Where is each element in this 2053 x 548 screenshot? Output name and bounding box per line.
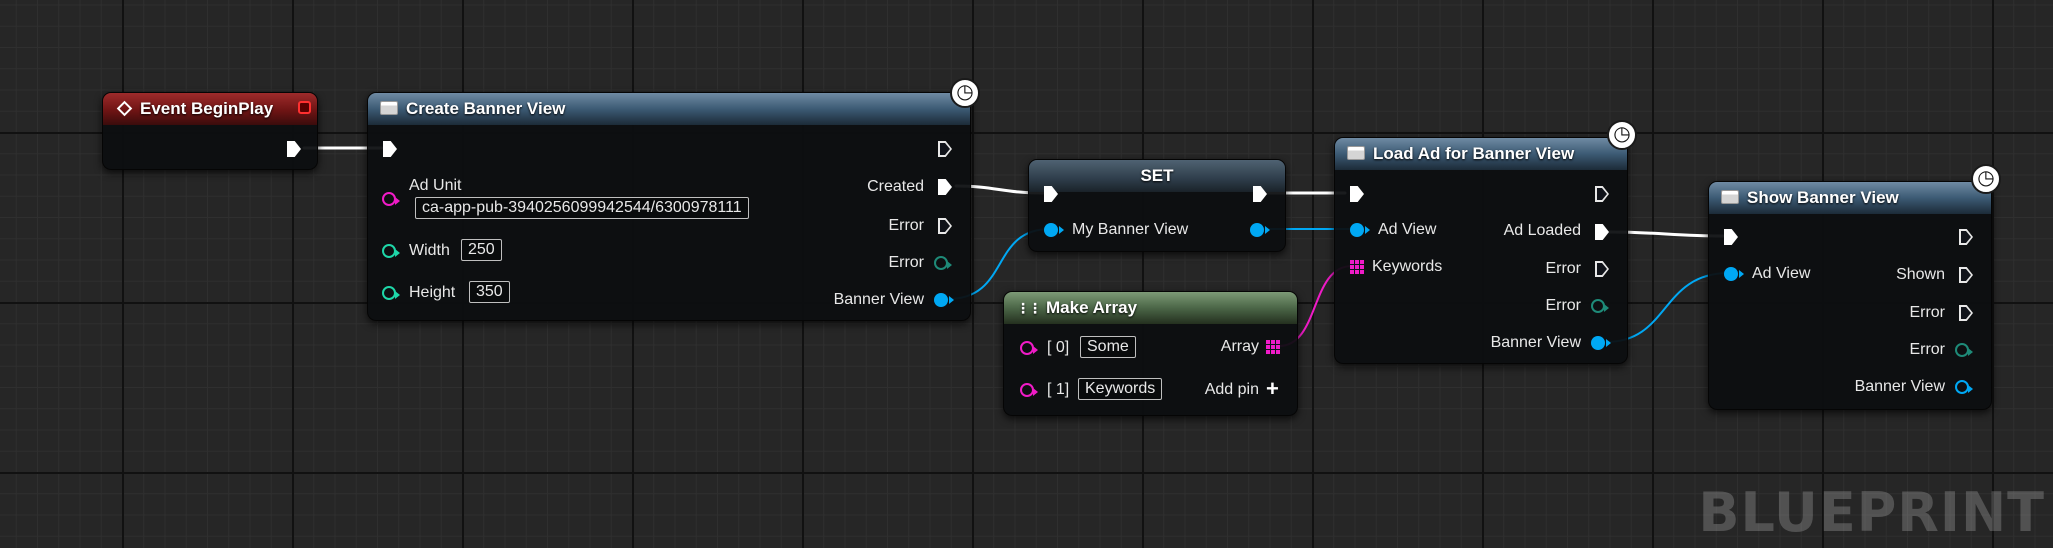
node-header[interactable]: SET [1029, 160, 1285, 192]
ad-view-label: Ad View [1378, 221, 1437, 238]
node-load-ad-for-banner-view[interactable]: Load Ad for Banner View Ad View Keywords… [1334, 137, 1628, 364]
keywords-label: Keywords [1372, 258, 1443, 275]
node-event-begin-play[interactable]: Event BeginPlay [102, 92, 318, 170]
ad-view-label: Ad View [1752, 265, 1811, 282]
ad-unit-input[interactable]: ca-app-pub-3940256099942544/6300978111 [415, 197, 749, 219]
shown-exec-out-pin[interactable] [1959, 267, 1973, 283]
error-exec-label: Error [1545, 260, 1581, 277]
node-title: Show Banner View [1747, 188, 1899, 207]
set-value-out-pin[interactable] [1250, 223, 1270, 237]
my-banner-view-in-pin[interactable] [1044, 223, 1064, 237]
error-label: Error [1545, 297, 1581, 314]
ad-unit-label: Ad Unit [409, 177, 462, 194]
ad-loaded-exec-out-pin[interactable] [1595, 224, 1609, 240]
error-exec-out-pin[interactable] [1959, 305, 1973, 321]
clock-icon: ◷ [1607, 120, 1637, 150]
node-set-my-banner-view[interactable]: SET My Banner View [1028, 159, 1286, 252]
exec-in-pin[interactable] [383, 141, 397, 157]
exec-in-pin[interactable] [1350, 186, 1364, 202]
array-label: Array [1220, 338, 1259, 355]
function-icon [1347, 146, 1365, 160]
exec-out-pin[interactable] [1959, 229, 1973, 245]
banner-view-label: Banner View [1854, 378, 1945, 395]
node-create-banner-view[interactable]: Create Banner View Ad Unit ca-app-pub-39… [367, 92, 971, 321]
ad-view-in-pin[interactable] [1350, 223, 1370, 237]
height-label: Height [409, 284, 456, 301]
created-label: Created [867, 178, 924, 195]
height-input[interactable]: 350 [469, 281, 510, 303]
item1-input[interactable]: Keywords [1078, 378, 1163, 400]
clock-icon: ◷ [950, 78, 980, 108]
node-header[interactable]: Show Banner View [1709, 182, 1991, 214]
ad-loaded-label: Ad Loaded [1503, 222, 1581, 239]
error-out-pin[interactable] [1591, 299, 1609, 313]
blueprint-watermark: BLUEPRINT [1698, 481, 2045, 544]
add-pin-icon[interactable]: + [1266, 378, 1279, 400]
node-title: SET [1140, 166, 1174, 185]
banner-view-out-pin[interactable] [1591, 336, 1611, 350]
error-out-pin[interactable] [934, 256, 952, 270]
node-header[interactable]: ⋮⋮ Make Array [1004, 292, 1297, 324]
width-pin[interactable] [382, 244, 400, 258]
error-label: Error [888, 254, 924, 271]
function-icon [1721, 190, 1739, 204]
exec-out-pin[interactable] [1595, 186, 1609, 202]
array-out-pin[interactable] [1266, 340, 1280, 354]
banner-view-label: Banner View [1490, 334, 1581, 351]
node-title: Create Banner View [406, 99, 566, 118]
delegate-pin-icon[interactable] [298, 101, 311, 114]
my-banner-view-label: My Banner View [1072, 221, 1189, 238]
banner-view-out-pin[interactable] [1955, 380, 1973, 394]
item1-label: [ 1] [1047, 381, 1070, 398]
node-show-banner-view[interactable]: Show Banner View Ad View Shown Error Err… [1708, 181, 1992, 410]
node-title: Make Array [1046, 298, 1138, 317]
item0-label: [ 0] [1047, 339, 1070, 356]
event-diamond-icon [116, 100, 133, 117]
node-header[interactable]: Load Ad for Banner View [1335, 138, 1627, 170]
item0-pin[interactable] [1020, 341, 1038, 355]
ad-unit-pin[interactable] [382, 192, 400, 206]
exec-in-pin[interactable] [1724, 229, 1738, 245]
ad-view-in-pin[interactable] [1724, 267, 1744, 281]
keywords-in-pin[interactable] [1350, 260, 1364, 274]
exec-out-pin[interactable] [287, 141, 301, 157]
add-pin-label: Add pin [1204, 381, 1259, 398]
shown-label: Shown [1896, 266, 1945, 283]
error-label: Error [1909, 341, 1945, 358]
function-icon [380, 101, 398, 115]
node-make-array[interactable]: ⋮⋮ Make Array [ 0] Some [ 1] Keywords Arr… [1003, 291, 1298, 416]
error-exec-out-pin[interactable] [938, 218, 952, 234]
node-header[interactable]: Event BeginPlay [103, 93, 317, 125]
height-pin[interactable] [382, 286, 400, 300]
width-input[interactable]: 250 [461, 239, 502, 261]
node-title: Load Ad for Banner View [1373, 144, 1575, 163]
width-label: Width [409, 242, 450, 259]
exec-out-pin[interactable] [938, 141, 952, 157]
node-title: Event BeginPlay [140, 99, 274, 118]
item0-input[interactable]: Some [1080, 336, 1136, 358]
created-exec-out-pin[interactable] [938, 179, 952, 195]
banner-view-label: Banner View [833, 291, 924, 308]
banner-view-out-pin[interactable] [934, 293, 954, 307]
item1-pin[interactable] [1020, 383, 1038, 397]
node-header[interactable]: Create Banner View [368, 93, 970, 125]
make-array-icon: ⋮⋮ [1016, 300, 1042, 316]
clock-icon: ◷ [1971, 164, 2001, 194]
error-exec-label: Error [888, 217, 924, 234]
error-exec-label: Error [1909, 304, 1945, 321]
error-exec-out-pin[interactable] [1595, 261, 1609, 277]
error-out-pin[interactable] [1955, 343, 1973, 357]
